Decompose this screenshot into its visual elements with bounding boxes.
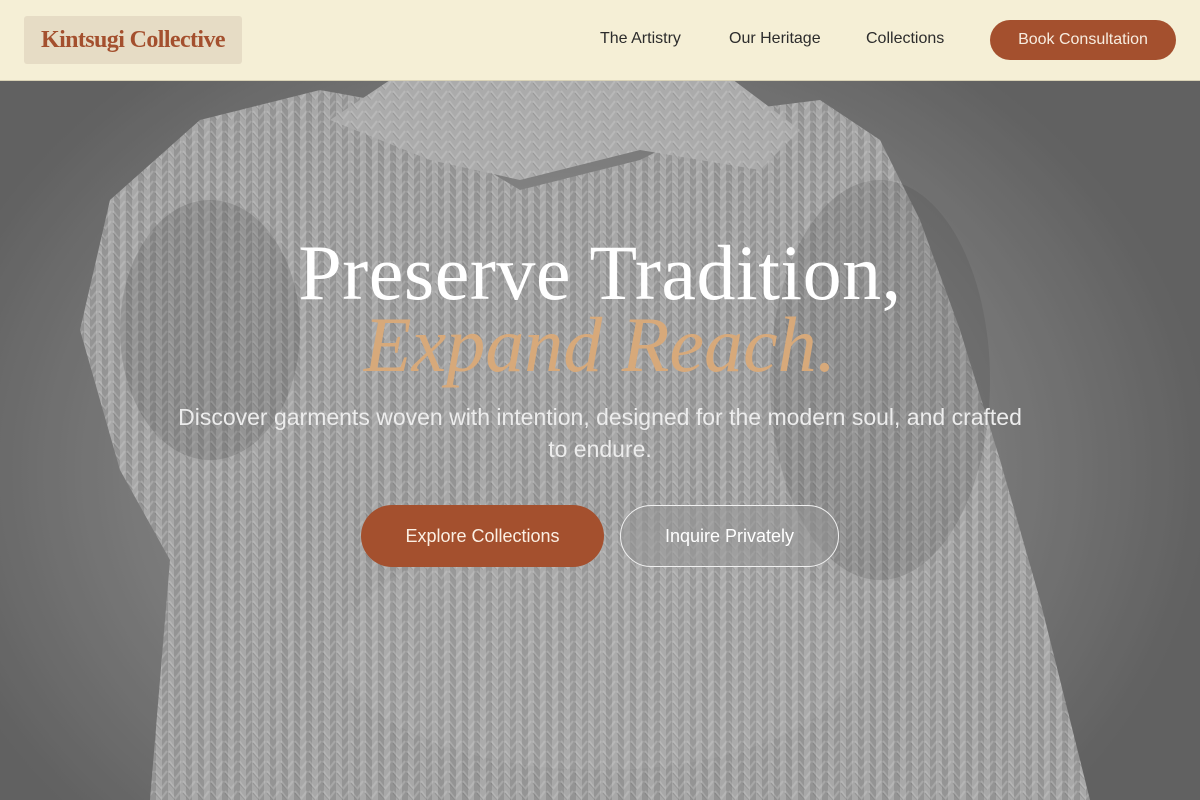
brand-logo[interactable]: Kintsugi Collective (24, 16, 242, 64)
hero-section: Preserve Tradition, Expand Reach. Discov… (0, 0, 1200, 800)
nav-link-the-artistry[interactable]: The Artistry (600, 30, 681, 48)
hero-headline-line2: Expand Reach. (363, 301, 837, 388)
book-consultation-button[interactable]: Book Consultation (990, 20, 1176, 60)
nav-link-collections[interactable]: Collections (866, 30, 944, 48)
page: Kintsugi Collective The Artistry Our Her… (0, 0, 1200, 800)
nav-link-our-heritage[interactable]: Our Heritage (729, 30, 821, 48)
hero-subtitle: Discover garments woven with intention, … (178, 404, 1022, 462)
top-navigation-bar: Kintsugi Collective The Artistry Our Her… (0, 0, 1200, 81)
inquire-privately-button[interactable]: Inquire Privately (620, 505, 839, 567)
explore-collections-button[interactable]: Explore Collections (361, 505, 604, 567)
